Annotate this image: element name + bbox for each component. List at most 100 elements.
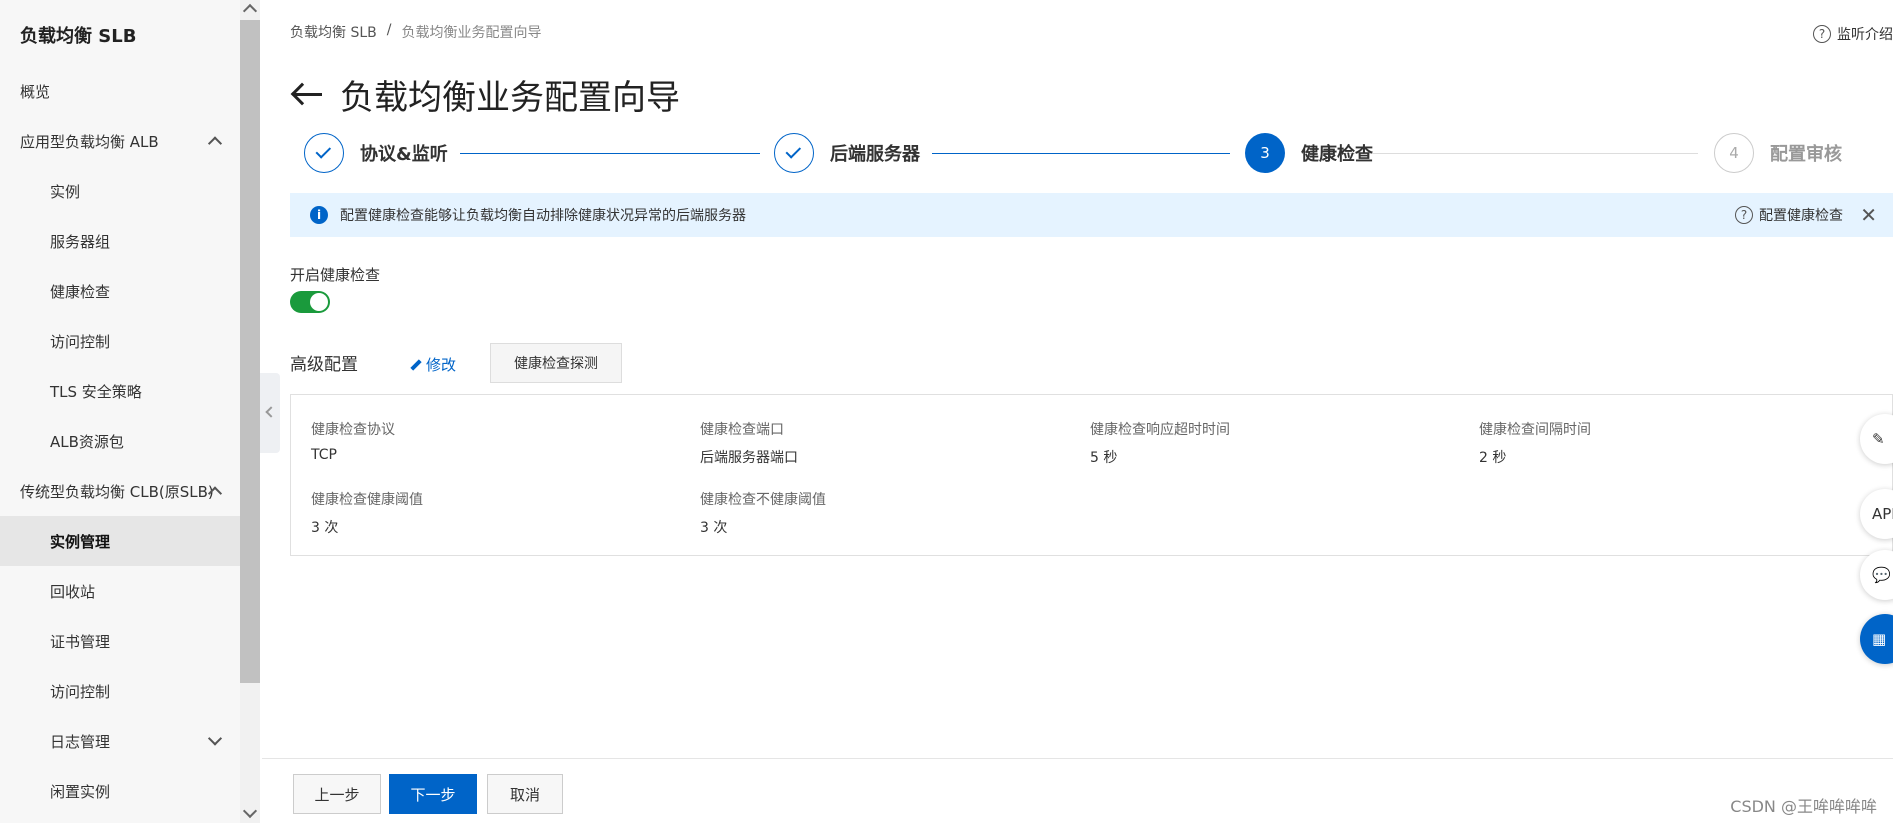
sidebar-item-label: 传统型负载均衡 CLB(原SLB): [20, 482, 214, 501]
step-review: 4 配置审核: [1714, 133, 1842, 173]
next-step-button[interactable]: 下一步: [389, 774, 477, 814]
step-label: 协议&监听: [360, 144, 448, 165]
pencil-icon: [410, 358, 422, 371]
sidebar-item-label: 应用型负载均衡 ALB: [20, 132, 159, 151]
sidebar-item-label: 服务器组: [50, 232, 111, 251]
page-title: 负载均衡业务配置向导: [340, 78, 680, 118]
sidebar-item-label: 概览: [20, 82, 51, 101]
step-connector: [932, 153, 1230, 154]
sidebar-item-alb-package[interactable]: ALB资源包: [0, 416, 240, 466]
advanced-config-panel: 健康检查协议 TCP 健康检查端口 后端服务器端口 健康检查响应超时时间 5 秒…: [290, 394, 1893, 556]
alert-text: 配置健康检查能够让负载均衡自动排除健康状况异常的后端服务器: [340, 208, 746, 224]
page-header: 负载均衡业务配置向导: [290, 70, 680, 119]
sidebar-item-label: 实例管理: [50, 532, 111, 551]
config-value: 3 次: [311, 520, 339, 536]
enable-health-check-label: 开启健康检查: [290, 266, 381, 284]
config-field: 健康检查响应超时时间 5 秒: [1090, 419, 1230, 467]
sidebar-item-logs[interactable]: 日志管理: [0, 716, 240, 766]
sidebar-group-alb[interactable]: 应用型负载均衡 ALB: [0, 116, 240, 166]
health-check-probe-button[interactable]: 健康检查探测: [490, 343, 622, 383]
listener-intro-link[interactable]: ? 监听介绍: [1813, 24, 1893, 44]
config-key: 健康检查响应超时时间: [1090, 422, 1230, 438]
step-label: 配置审核: [1770, 144, 1842, 165]
config-key: 健康检查间隔时间: [1479, 422, 1591, 438]
api-label: API: [1872, 505, 1893, 523]
scrollbar-thumb[interactable]: [240, 20, 260, 683]
config-field: 健康检查间隔时间 2 秒: [1479, 419, 1591, 467]
back-arrow-icon[interactable]: [290, 79, 322, 111]
check-icon: [315, 143, 332, 159]
breadcrumb: 负载均衡 SLB / 负载均衡业务配置向导: [290, 22, 541, 42]
sidebar-item-label: 访问控制: [50, 332, 111, 351]
sidebar-item-label: TLS 安全策略: [50, 382, 142, 401]
sidebar-item-label: 健康检查: [50, 282, 111, 301]
config-value: 5 秒: [1090, 450, 1118, 466]
chevron-up-icon: [207, 136, 223, 151]
sidebar-item-overview[interactable]: 概览: [0, 66, 240, 116]
cancel-button[interactable]: 取消: [487, 774, 563, 814]
apps-icon: ▦: [1872, 630, 1887, 648]
sidebar-item-label: 访问控制: [50, 682, 111, 701]
chevron-left-icon: [265, 406, 277, 418]
config-value: 3 次: [700, 520, 728, 536]
breadcrumb-separator: /: [386, 22, 392, 38]
sidebar-item-instance-management[interactable]: 实例管理: [0, 516, 240, 566]
scroll-down-icon[interactable]: [242, 803, 258, 819]
sidebar-item-idle-instances[interactable]: 闲置实例: [0, 766, 240, 816]
sidebar-item-certificates[interactable]: 证书管理: [0, 616, 240, 666]
step-connector: [1342, 153, 1698, 154]
question-icon: ?: [1735, 206, 1753, 224]
sidebar: 负载均衡 SLB 概览 应用型负载均衡 ALB 实例 服务器组 健康检查 访问控…: [0, 0, 240, 823]
scroll-up-icon[interactable]: [242, 3, 258, 19]
sidebar-item-recycle-bin[interactable]: 回收站: [0, 566, 240, 616]
configure-health-check-help-link[interactable]: ? 配置健康检查: [1735, 205, 1843, 225]
step-number: 3: [1245, 133, 1285, 173]
pencil-icon: ✎: [1872, 430, 1885, 448]
watermark: CSDN @王哞哞哞哞: [1730, 797, 1877, 816]
sidebar-title: 负载均衡 SLB: [20, 26, 137, 47]
chevron-down-icon: [207, 731, 223, 746]
check-icon: [785, 143, 802, 159]
sidebar-scrollbar[interactable]: [240, 0, 260, 823]
sidebar-collapse-button[interactable]: [260, 373, 280, 453]
health-check-toggle[interactable]: [290, 291, 330, 313]
config-key: 健康检查不健康阈值: [700, 492, 826, 508]
close-icon[interactable]: ✕: [1860, 203, 1877, 227]
step-label: 后端服务器: [830, 144, 920, 165]
step-protocol-listener: 协议&监听: [304, 133, 448, 173]
config-key: 健康检查端口: [700, 422, 784, 438]
question-icon: ?: [1813, 25, 1831, 43]
sidebar-item-server-groups[interactable]: 服务器组: [0, 216, 240, 266]
edit-advanced-button[interactable]: 修改: [410, 354, 456, 375]
apps-floating-button[interactable]: ▦: [1860, 614, 1893, 664]
step-done-indicator: [774, 133, 814, 173]
feedback-floating-button[interactable]: 💬: [1860, 550, 1893, 600]
sidebar-item-label: 证书管理: [50, 632, 111, 651]
config-field: 健康检查协议 TCP: [311, 419, 395, 463]
config-value: 2 秒: [1479, 450, 1507, 466]
advanced-config-title: 高级配置: [290, 355, 358, 375]
config-key: 健康检查协议: [311, 422, 395, 438]
sidebar-item-clb-access-control[interactable]: 访问控制: [0, 666, 240, 716]
sidebar-item-health-check[interactable]: 健康检查: [0, 266, 240, 316]
sidebar-item-tls-policy[interactable]: TLS 安全策略: [0, 366, 240, 416]
sidebar-item-label: ALB资源包: [50, 432, 124, 451]
sidebar-item-label: 日志管理: [50, 732, 111, 751]
breadcrumb-root[interactable]: 负载均衡 SLB: [290, 22, 377, 42]
config-field: 健康检查端口 后端服务器端口: [700, 419, 798, 467]
config-field: 健康检查不健康阈值 3 次: [700, 489, 826, 537]
sidebar-group-clb[interactable]: 传统型负载均衡 CLB(原SLB): [0, 466, 240, 516]
step-connector: [460, 153, 760, 154]
breadcrumb-current: 负载均衡业务配置向导: [401, 25, 542, 41]
sidebar-item-access-control[interactable]: 访问控制: [0, 316, 240, 366]
config-key: 健康检查健康阈值: [311, 492, 423, 508]
config-field: 健康检查健康阈值 3 次: [311, 489, 423, 537]
listener-intro-label: 监听介绍: [1837, 27, 1893, 43]
info-alert: i 配置健康检查能够让负载均衡自动排除健康状况异常的后端服务器 ? 配置健康检查…: [290, 193, 1893, 237]
prev-step-button[interactable]: 上一步: [293, 774, 381, 814]
sidebar-item-label: 闲置实例: [50, 782, 111, 801]
sidebar-item-instances[interactable]: 实例: [0, 166, 240, 216]
chat-icon: 💬: [1872, 566, 1891, 584]
step-backend-servers: 后端服务器: [774, 133, 920, 173]
config-value: 后端服务器端口: [700, 450, 798, 466]
